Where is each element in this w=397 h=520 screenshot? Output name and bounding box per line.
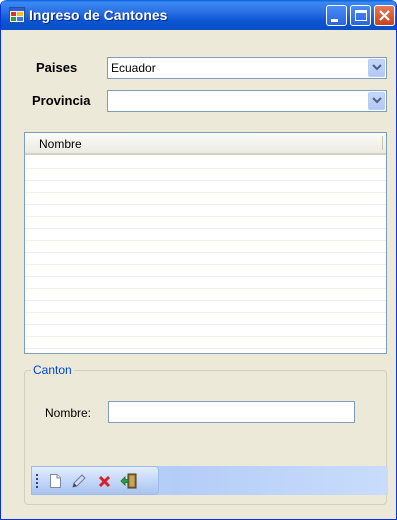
list-row xyxy=(25,289,386,301)
edit-button[interactable] xyxy=(70,472,88,490)
paises-selected-value: Ecuador xyxy=(111,61,156,75)
list-header[interactable]: Nombre xyxy=(25,133,386,155)
close-button[interactable] xyxy=(374,5,395,26)
exit-button[interactable] xyxy=(120,472,138,490)
list-row xyxy=(25,157,386,169)
list-row xyxy=(25,169,386,181)
list-row xyxy=(25,193,386,205)
list-row xyxy=(25,265,386,277)
minimize-button[interactable] xyxy=(326,5,347,26)
paises-label: Paises xyxy=(36,60,78,75)
paises-dropdown-button[interactable] xyxy=(368,59,385,77)
list-row xyxy=(25,337,386,349)
close-icon xyxy=(379,10,390,21)
list-row xyxy=(25,301,386,313)
column-header-nombre[interactable]: Nombre xyxy=(39,136,82,152)
maximize-button[interactable] xyxy=(350,5,371,26)
new-button[interactable] xyxy=(46,472,64,490)
new-document-icon xyxy=(50,474,61,488)
form-icon xyxy=(9,7,25,23)
list-row xyxy=(25,217,386,229)
maximize-icon xyxy=(355,10,367,21)
paises-dropdown[interactable]: Ecuador xyxy=(107,57,387,79)
nombre-label: Nombre: xyxy=(45,406,92,420)
cantones-list[interactable]: Nombre xyxy=(24,132,387,354)
delete-button[interactable] xyxy=(96,472,114,490)
list-row xyxy=(25,325,386,337)
toolbar-grip[interactable] xyxy=(36,474,38,489)
provincia-label: Provincia xyxy=(32,93,91,108)
list-row xyxy=(25,253,386,265)
list-row xyxy=(25,241,386,253)
edit-pencil-icon xyxy=(72,474,86,488)
provincia-dropdown[interactable] xyxy=(107,90,387,112)
list-row xyxy=(25,181,386,193)
canton-group-label: Canton xyxy=(31,362,74,378)
title-bar[interactable]: Ingreso de Cantones xyxy=(1,0,396,30)
chevron-down-icon xyxy=(372,64,382,71)
app-window: Ingreso de Cantones Paises Ecuador Provi… xyxy=(0,0,397,520)
nombre-input[interactable] xyxy=(108,401,355,423)
list-row xyxy=(25,313,386,325)
minimize-icon xyxy=(331,19,338,22)
exit-door-icon xyxy=(120,473,137,489)
list-row xyxy=(25,205,386,217)
actions-toolbar xyxy=(31,466,388,495)
delete-x-icon xyxy=(98,475,111,488)
list-row xyxy=(25,229,386,241)
window-title: Ingreso de Cantones xyxy=(29,7,168,23)
provincia-dropdown-button[interactable] xyxy=(368,92,385,110)
toolbar-strip xyxy=(31,466,159,495)
chevron-down-icon xyxy=(372,97,382,104)
column-separator xyxy=(382,136,383,150)
list-row xyxy=(25,277,386,289)
